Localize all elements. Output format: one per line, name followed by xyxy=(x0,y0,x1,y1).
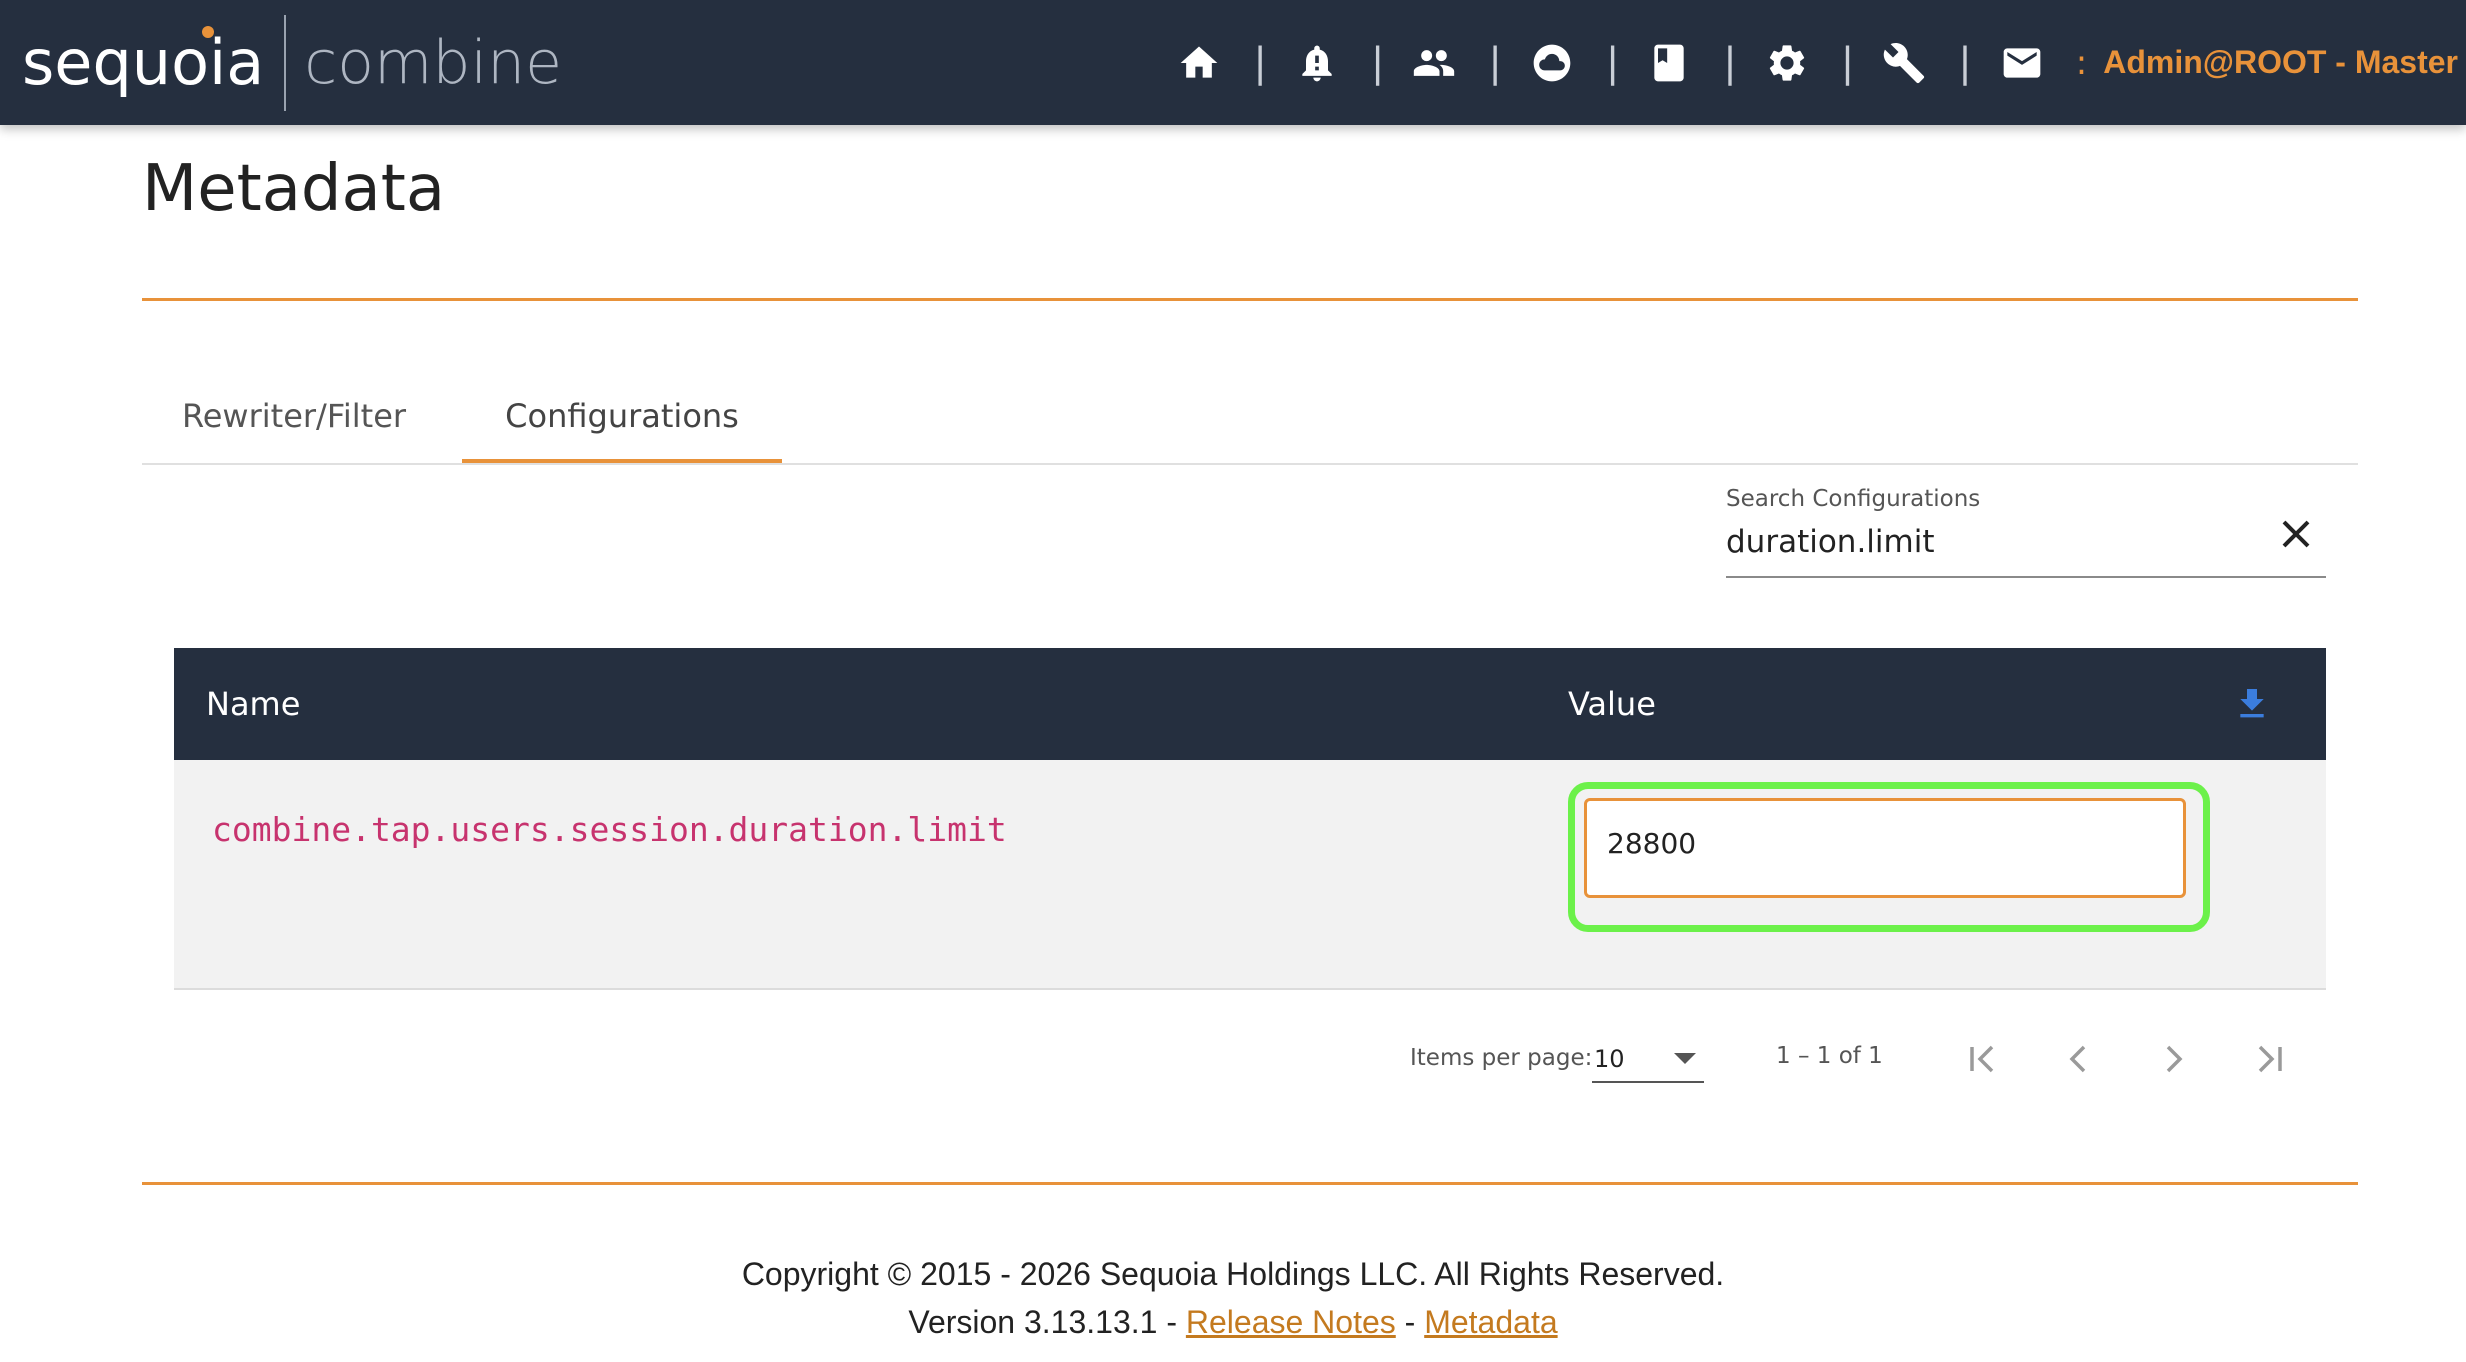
active-tab-indicator xyxy=(462,459,782,463)
previous-page-icon[interactable] xyxy=(2054,1035,2102,1083)
user-menu[interactable]: Admin@ROOT - Master xyxy=(2103,44,2458,81)
release-notes-link[interactable]: Release Notes xyxy=(1186,1304,1396,1340)
nav-separator: | xyxy=(1253,39,1267,86)
search-label: Search Configurations xyxy=(1726,486,1981,512)
bell-alert-icon[interactable] xyxy=(1293,39,1341,87)
search-configurations-field: Search Configurations xyxy=(1726,484,2326,578)
tab-configurations[interactable]: Configurations xyxy=(462,370,782,463)
book-icon[interactable] xyxy=(1645,39,1693,87)
nav-separator: | xyxy=(1488,39,1502,86)
paginator: Items per page: 10 1 – 1 of 1 xyxy=(0,1015,2466,1105)
sequoia-combine-logo[interactable]: sequoia combine xyxy=(22,0,562,125)
close-icon[interactable] xyxy=(2276,514,2316,554)
footer-version: Version 3.13.13.1 - xyxy=(908,1304,1177,1340)
config-name-cell: combine.tap.users.session.duration.limit xyxy=(212,810,1007,849)
logo-dot-icon xyxy=(202,25,214,38)
mail-icon[interactable] xyxy=(1998,39,2046,87)
tab-configurations-label: Configurations xyxy=(505,396,739,435)
config-value-input[interactable]: 28800 xyxy=(1584,798,2186,898)
footer-version-line: Version 3.13.13.1 - Release Notes - Meta… xyxy=(0,1304,2466,1341)
first-page-icon[interactable] xyxy=(1958,1035,2006,1083)
column-header-value: Value xyxy=(1568,685,1656,723)
cloud-icon[interactable] xyxy=(1528,39,1576,87)
user-colon: : xyxy=(2075,42,2088,83)
tab-bar: Rewriter/Filter Configurations xyxy=(142,370,2358,465)
nav-separator: | xyxy=(1723,39,1737,86)
table-header: Name Value xyxy=(174,648,2326,760)
page-range-label: 1 – 1 of 1 xyxy=(1776,1043,1883,1069)
chevron-down-icon xyxy=(1674,1053,1696,1064)
top-navigation-bar: sequoia combine | | | | | | |: Admin@RO… xyxy=(0,0,2466,125)
footer-link-separator: - xyxy=(1404,1304,1416,1340)
tab-rewriter-filter[interactable]: Rewriter/Filter xyxy=(172,370,416,461)
nav-separator: | xyxy=(1840,39,1855,86)
logo-sequoia-text: sequoia xyxy=(22,25,265,99)
nav-separator: | xyxy=(1370,39,1385,86)
footer-copyright: Copyright © 2015 - 2026 Sequoia Holdings… xyxy=(741,1256,1725,1292)
logo-divider xyxy=(284,14,287,111)
download-icon[interactable] xyxy=(2232,684,2272,724)
items-per-page-label: Items per page: xyxy=(1410,1045,1593,1071)
logo-combine-text: combine xyxy=(304,27,563,98)
tab-rewriter-filter-label: Rewriter/Filter xyxy=(181,396,407,435)
items-per-page-select[interactable]: 10 xyxy=(1592,1031,1704,1083)
footer-divider xyxy=(142,1182,2358,1185)
gear-icon[interactable] xyxy=(1763,39,1811,87)
home-icon[interactable] xyxy=(1175,39,1223,87)
wrench-icon[interactable] xyxy=(1880,39,1928,87)
header-nav: | | | | | | | : Admin@ROOT - Master xyxy=(1175,0,2458,125)
nav-separator: | xyxy=(1605,39,1620,86)
configurations-table: Name Value combine.tap.users.session.dur… xyxy=(174,648,2326,990)
people-icon[interactable] xyxy=(1410,39,1458,87)
metadata-link[interactable]: Metadata xyxy=(1424,1304,1557,1340)
items-per-page-value: 10 xyxy=(1594,1045,1625,1073)
search-input[interactable] xyxy=(1726,520,2246,564)
last-page-icon[interactable] xyxy=(2246,1035,2294,1083)
next-page-icon[interactable] xyxy=(2150,1035,2198,1083)
table-row: combine.tap.users.session.duration.limit… xyxy=(174,760,2326,990)
nav-separator: | xyxy=(1958,39,1972,86)
title-divider xyxy=(142,298,2358,301)
page-title: Metadata xyxy=(142,152,446,226)
column-header-name: Name xyxy=(206,685,301,723)
